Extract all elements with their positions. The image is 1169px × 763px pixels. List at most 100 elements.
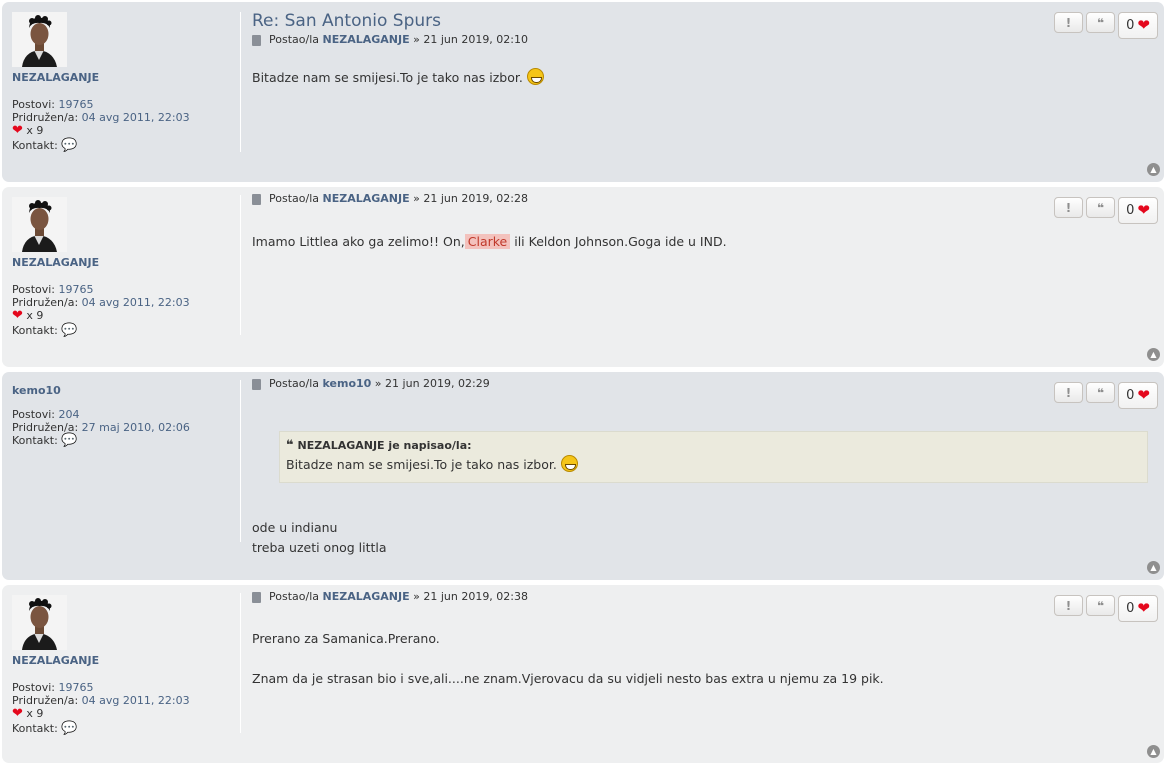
- post-icon[interactable]: [252, 591, 261, 603]
- avatar[interactable]: [12, 595, 67, 650]
- likes-prefix: x: [26, 707, 33, 720]
- posts-count[interactable]: 204: [59, 408, 80, 421]
- quote-button[interactable]: ❝: [1086, 12, 1115, 33]
- post-icon[interactable]: [252, 193, 261, 205]
- report-button[interactable]: !: [1054, 382, 1083, 403]
- postbody: Postao/la NEZALAGANJE » 21 jun 2019, 02:…: [252, 590, 1150, 689]
- divider: [240, 380, 241, 542]
- post-3: kemo10 Postovi: 204 Pridružen/a: 27 maj …: [2, 372, 1164, 580]
- post-text-before: Imamo Littlea ako ga zelimo!! On,: [252, 234, 465, 249]
- back-to-top-icon[interactable]: ▲: [1147, 163, 1160, 176]
- post-date: 21 jun 2019, 02:10: [423, 33, 529, 46]
- author-link[interactable]: kemo10: [323, 377, 372, 391]
- like-button[interactable]: 0 ❤: [1118, 595, 1158, 622]
- heart-icon: ❤: [1137, 386, 1150, 404]
- posted-by-label: Postao/la: [269, 192, 319, 205]
- post-profile: NEZALAGANJE Postovi: 19765 Pridružen/a: …: [12, 12, 240, 152]
- username-link[interactable]: NEZALAGANJE: [12, 71, 240, 84]
- quote-button[interactable]: ❝: [1086, 595, 1115, 616]
- quote-cite: ❝ NEZALAGANJE je napisao/la:: [286, 438, 1141, 454]
- post-title[interactable]: Re: San Antonio Spurs: [252, 10, 1150, 32]
- likes-count: 9: [36, 124, 44, 137]
- heart-icon: ❤: [1137, 16, 1150, 34]
- like-count: 0: [1126, 203, 1135, 218]
- quote-button[interactable]: ❝: [1086, 382, 1115, 403]
- username-link[interactable]: kemo10: [12, 384, 240, 397]
- back-to-top-icon[interactable]: ▲: [1147, 561, 1160, 574]
- quote-text-line: Bitadze nam se smijesi.To je tako nas iz…: [286, 454, 1141, 476]
- joined-date: 04 avg 2011, 22:03: [81, 296, 190, 309]
- back-to-top-icon[interactable]: ▲: [1147, 745, 1160, 758]
- wrote-label: je napisao/la:: [388, 439, 472, 452]
- contact-label: Kontakt:: [12, 722, 58, 735]
- heart-icon: ❤: [12, 706, 23, 721]
- post-content: ode u indianu treba uzeti onog littla: [252, 518, 387, 558]
- grin-smiley-icon: [560, 455, 578, 472]
- post-text-line-2: treba uzeti onog littla: [252, 540, 387, 555]
- report-button[interactable]: !: [1054, 197, 1083, 218]
- like-count: 0: [1126, 388, 1135, 403]
- back-to-top-icon[interactable]: ▲: [1147, 348, 1160, 361]
- post-2: NEZALAGANJE Postovi: 19765 Pridružen/a: …: [2, 187, 1164, 367]
- post-content: Bitadze nam se smijesi.To je tako nas iz…: [252, 68, 1150, 88]
- like-button[interactable]: 0 ❤: [1118, 197, 1158, 224]
- contact-icon[interactable]: 💬: [61, 323, 77, 338]
- post-content: Prerano za Samanica.Prerano. Znam da je …: [252, 629, 1150, 689]
- avatar[interactable]: [12, 12, 67, 67]
- joined-date: 27 maj 2010, 02:06: [81, 421, 190, 434]
- contact-icon[interactable]: 💬: [61, 138, 77, 153]
- like-button[interactable]: 0 ❤: [1118, 12, 1158, 39]
- post-profile: kemo10 Postovi: 204 Pridružen/a: 27 maj …: [12, 384, 240, 447]
- likes-count: 9: [36, 309, 44, 322]
- posts-label: Postovi:: [12, 408, 56, 421]
- post-1: NEZALAGANJE Postovi: 19765 Pridružen/a: …: [2, 2, 1164, 182]
- posted-by-label: Postao/la: [269, 33, 319, 46]
- post-icon[interactable]: [252, 34, 261, 46]
- author-link[interactable]: NEZALAGANJE: [323, 590, 410, 604]
- post-author-line: Postao/la kemo10 » 21 jun 2019, 02:29: [252, 377, 1150, 391]
- contact-label: Kontakt:: [12, 324, 58, 337]
- post-date: 21 jun 2019, 02:38: [423, 590, 529, 603]
- post-icon[interactable]: [252, 378, 261, 390]
- avatar[interactable]: [12, 197, 67, 252]
- report-button[interactable]: !: [1054, 12, 1083, 33]
- quote-block: ❝ NEZALAGANJE je napisao/la: Bitadze nam…: [279, 431, 1148, 483]
- posted-by-label: Postao/la: [269, 377, 319, 390]
- heart-icon: ❤: [1137, 599, 1150, 617]
- postbody: Re: San Antonio Spurs Postao/la NEZALAGA…: [252, 10, 1150, 88]
- author-link[interactable]: NEZALAGANJE: [323, 192, 410, 206]
- username-link[interactable]: NEZALAGANJE: [12, 256, 240, 269]
- heart-icon: ❤: [1137, 201, 1150, 219]
- post-text: Bitadze nam se smijesi.To je tako nas iz…: [252, 70, 523, 85]
- username-link[interactable]: NEZALAGANJE: [12, 654, 240, 667]
- post-date: 21 jun 2019, 02:29: [385, 377, 490, 390]
- post-content: Imamo Littlea ako ga zelimo!! On, Clarke …: [252, 232, 1150, 252]
- post-text-line-1: ode u indianu: [252, 520, 338, 535]
- highlighted-word: Clarke: [464, 234, 511, 249]
- post-buttons: ! ❝ 0 ❤: [1054, 197, 1158, 224]
- like-button[interactable]: 0 ❤: [1118, 382, 1158, 409]
- contact-icon[interactable]: 💬: [61, 721, 77, 736]
- post-text-line-1: Prerano za Samanica.Prerano.: [252, 631, 440, 646]
- post-author-line: Postao/la NEZALAGANJE » 21 jun 2019, 02:…: [252, 192, 1150, 206]
- posts-label: Postovi:: [12, 98, 56, 111]
- quote-button[interactable]: ❝: [1086, 197, 1115, 218]
- contact-label: Kontakt:: [12, 139, 58, 152]
- post-4: NEZALAGANJE Postovi: 19765 Pridružen/a: …: [2, 585, 1164, 763]
- posts-label: Postovi:: [12, 681, 56, 694]
- like-count: 0: [1126, 18, 1135, 33]
- likes-count: 9: [36, 707, 44, 720]
- likes-prefix: x: [26, 309, 33, 322]
- grin-smiley-icon: [526, 68, 544, 85]
- post-buttons: ! ❝ 0 ❤: [1054, 595, 1158, 622]
- quote-text: Bitadze nam se smijesi.To je tako nas iz…: [286, 457, 557, 472]
- posts-count[interactable]: 19765: [59, 681, 94, 694]
- posts-count[interactable]: 19765: [59, 283, 94, 296]
- likes-prefix: x: [26, 124, 33, 137]
- author-link[interactable]: NEZALAGANJE: [323, 33, 410, 47]
- divider: [240, 195, 241, 335]
- posts-label: Postovi:: [12, 283, 56, 296]
- report-button[interactable]: !: [1054, 595, 1083, 616]
- posts-count[interactable]: 19765: [59, 98, 94, 111]
- contact-icon[interactable]: 💬: [61, 433, 77, 448]
